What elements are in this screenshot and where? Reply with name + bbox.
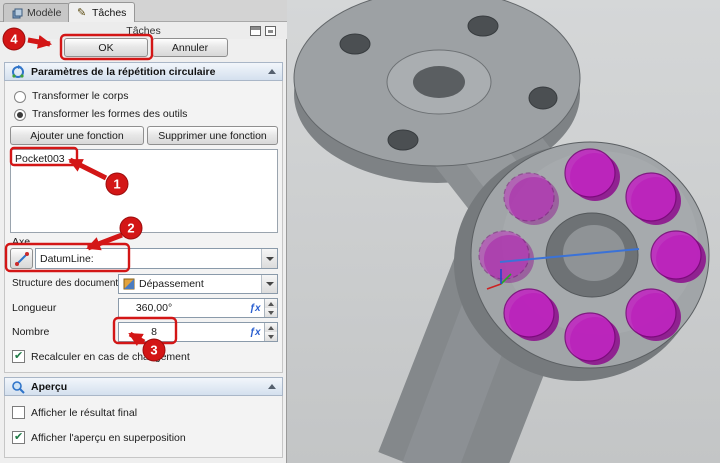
length-input[interactable]: 360,00° ƒx bbox=[118, 298, 278, 318]
tab-tasks[interactable]: ✎ Tâches bbox=[68, 2, 135, 23]
axis-value: DatumLine: bbox=[40, 253, 94, 265]
show-overlay-checkbox[interactable] bbox=[12, 431, 25, 444]
pattern-section-title: Paramètres de la répétition circulaire bbox=[31, 66, 215, 78]
panel-title: Tâches bbox=[126, 25, 160, 37]
pattern-section-header[interactable]: Paramètres de la répétition circulaire bbox=[4, 62, 283, 81]
axis-pick-button[interactable] bbox=[10, 248, 33, 269]
recompute-label: Recalculer en cas de changement bbox=[31, 351, 190, 363]
show-overlay-label: Afficher l'aperçu en superposition bbox=[31, 432, 186, 444]
remove-feature-button[interactable]: Supprimer une fonction bbox=[147, 126, 278, 145]
collapse-chevron-icon[interactable] bbox=[268, 69, 276, 74]
feature-list[interactable]: Pocket003 bbox=[10, 149, 278, 233]
spin-down-icon[interactable] bbox=[265, 332, 277, 341]
collapse-chevron-icon[interactable] bbox=[268, 384, 276, 389]
feature-list-item[interactable]: Pocket003 bbox=[15, 153, 65, 165]
3d-model bbox=[287, 0, 720, 463]
radio-transform-tools[interactable] bbox=[14, 109, 26, 121]
mode-combo-arrow[interactable] bbox=[261, 275, 277, 293]
preview-section-title: Aperçu bbox=[31, 381, 67, 393]
axis-combo-arrow[interactable] bbox=[261, 249, 277, 268]
preview-icon bbox=[11, 380, 25, 394]
tasks-tab-icon: ✎ bbox=[77, 8, 88, 19]
radio-transform-tools-label: Transformer les formes des outils bbox=[32, 108, 187, 120]
expression-icon[interactable]: ƒx bbox=[246, 327, 264, 338]
spin-up-icon[interactable] bbox=[265, 299, 277, 308]
doc-structure-label: Structure des documents bbox=[12, 278, 123, 289]
panel-header: Tâches bbox=[0, 22, 287, 39]
length-spinner[interactable] bbox=[264, 299, 277, 317]
polar-pattern-icon bbox=[11, 65, 25, 79]
cancel-button[interactable]: Annuler bbox=[152, 38, 228, 57]
chevron-down-icon bbox=[266, 282, 274, 286]
panel-tab-bar: Modèle ✎ Tâches bbox=[0, 0, 287, 22]
radio-transform-body[interactable] bbox=[14, 91, 26, 103]
length-value[interactable]: 360,00° bbox=[119, 302, 189, 314]
show-final-label: Afficher le résultat final bbox=[31, 407, 137, 419]
upper-flange bbox=[294, 0, 580, 166]
axis-label: Axe bbox=[12, 236, 30, 248]
count-value[interactable]: 8 bbox=[119, 326, 189, 338]
chevron-down-icon bbox=[266, 257, 274, 261]
tab-model-label: Modèle bbox=[27, 7, 61, 19]
upper-flange-bore bbox=[413, 66, 465, 98]
spin-up-icon[interactable] bbox=[265, 323, 277, 332]
count-input[interactable]: 8 ƒx bbox=[118, 322, 278, 342]
show-final-checkbox[interactable] bbox=[12, 406, 25, 419]
dock-panel-icon[interactable] bbox=[265, 26, 276, 36]
float-panel-icon[interactable] bbox=[250, 26, 261, 36]
datum-line-icon bbox=[15, 252, 29, 266]
ok-button[interactable]: OK bbox=[64, 38, 148, 57]
length-label: Longueur bbox=[12, 302, 56, 314]
recompute-checkbox[interactable] bbox=[12, 350, 25, 363]
mode-combobox[interactable]: Dépassement bbox=[118, 274, 278, 294]
freecad-window: Modèle ✎ Tâches Tâches OK Annuler Paramè… bbox=[0, 0, 720, 463]
spin-down-icon[interactable] bbox=[265, 308, 277, 317]
model-tab-icon bbox=[12, 8, 23, 19]
preview-section-header[interactable]: Aperçu bbox=[4, 377, 283, 396]
add-feature-button[interactable]: Ajouter une fonction bbox=[10, 126, 144, 145]
axis-combobox[interactable]: DatumLine: bbox=[35, 248, 278, 269]
count-label: Nombre bbox=[12, 326, 49, 338]
preview-section-body bbox=[4, 396, 283, 458]
tab-model[interactable]: Modèle bbox=[3, 3, 70, 22]
overlap-mode-icon bbox=[123, 278, 135, 290]
3d-viewport[interactable] bbox=[287, 0, 720, 463]
radio-transform-body-label: Transformer le corps bbox=[32, 90, 128, 102]
task-panel: Modèle ✎ Tâches Tâches OK Annuler Paramè… bbox=[0, 0, 287, 463]
count-spinner[interactable] bbox=[264, 323, 277, 341]
expression-icon[interactable]: ƒx bbox=[246, 303, 264, 314]
mode-value: Dépassement bbox=[139, 278, 204, 290]
tab-tasks-label: Tâches bbox=[92, 7, 126, 19]
